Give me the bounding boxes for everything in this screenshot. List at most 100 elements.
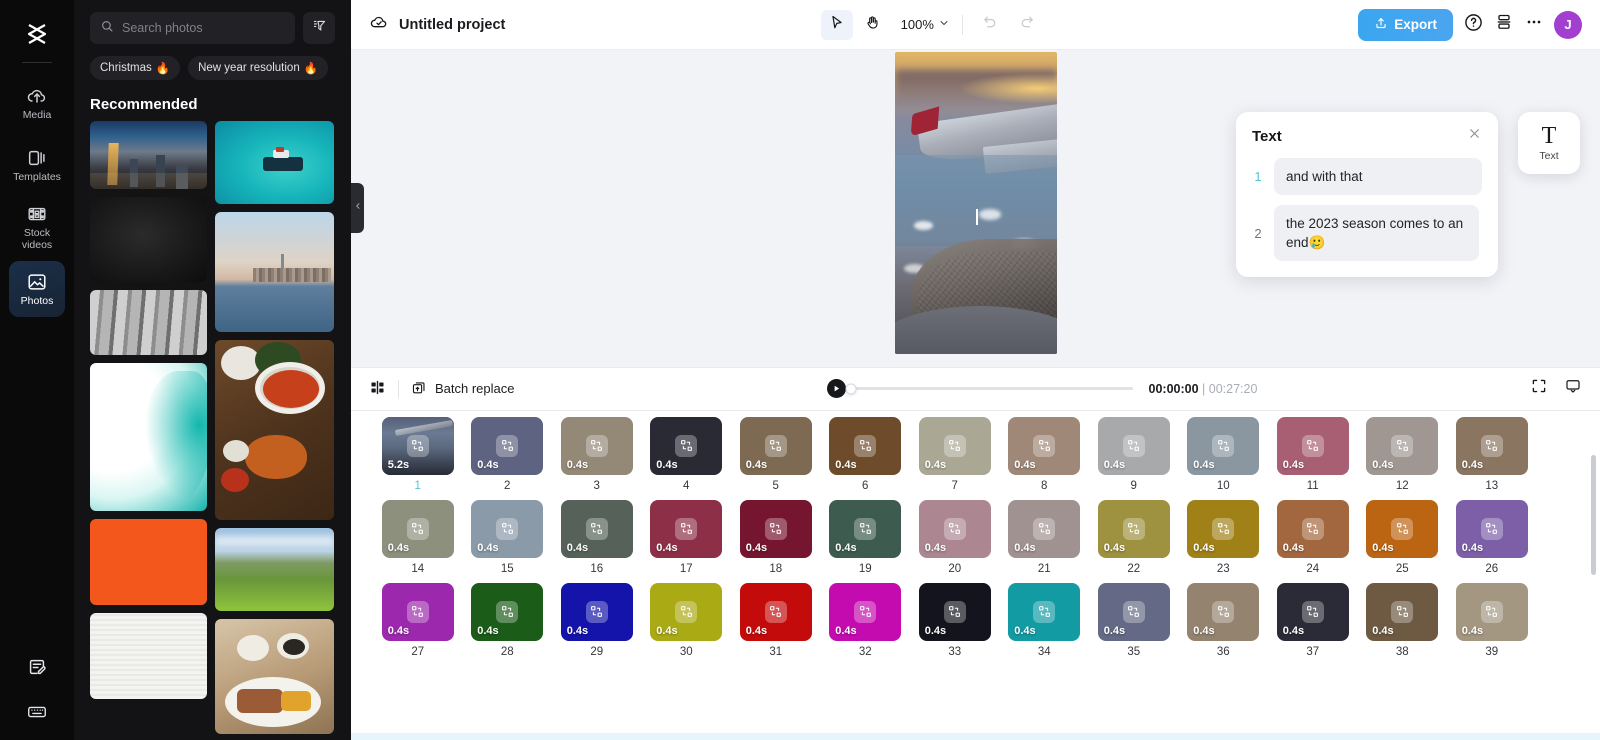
clip-thumbnail[interactable]: 0.4s [381, 582, 454, 641]
capcut-logo-icon[interactable] [17, 14, 57, 54]
sidebar-item-photos[interactable]: Photos [9, 261, 65, 317]
clip-thumbnail[interactable]: 0.4s [471, 499, 544, 558]
clip-thumbnail[interactable]: 0.4s [1455, 416, 1528, 475]
replace-clip-icon[interactable] [1033, 517, 1056, 540]
clip-thumbnail[interactable]: 0.4s [739, 416, 812, 475]
clip-cell[interactable]: 0.4s 34 [1000, 582, 1090, 658]
clip-cell[interactable]: 5.2s 1 [373, 414, 463, 492]
clip-thumbnail[interactable]: 0.4s [1187, 499, 1260, 558]
replace-clip-icon[interactable] [496, 434, 519, 457]
replace-clip-icon[interactable] [1301, 517, 1324, 540]
replace-clip-icon[interactable] [406, 434, 429, 457]
clip-cell[interactable]: 0.4s 15 [463, 499, 553, 575]
clip-cell[interactable]: 0.4s 31 [731, 582, 821, 658]
search-input[interactable] [122, 21, 285, 35]
help-circle-icon[interactable] [1463, 12, 1484, 38]
replace-clip-icon[interactable] [854, 434, 877, 457]
clip-cell[interactable]: 0.4s 10 [1179, 416, 1269, 492]
timeline-playhead-knob[interactable] [845, 383, 856, 394]
clip-thumbnail[interactable]: 0.4s [560, 582, 633, 641]
clip-cell[interactable]: 0.4s 33 [910, 582, 1000, 658]
replace-clip-icon[interactable] [1391, 600, 1414, 623]
photo-tile-teal-abstract-swirl[interactable] [90, 363, 207, 511]
clips-scrollbar[interactable] [1591, 454, 1596, 575]
clip-cell[interactable]: 0.4s 39 [1447, 582, 1537, 658]
text-line-input[interactable]: and with that [1274, 158, 1482, 195]
replace-clip-icon[interactable] [764, 600, 787, 623]
sidebar-item-media[interactable]: Media [9, 75, 65, 131]
clip-cell[interactable]: 0.4s 11 [1268, 416, 1358, 492]
clip-thumbnail[interactable]: 0.4s [1455, 499, 1528, 558]
clip-thumbnail[interactable]: 0.4s [918, 416, 991, 475]
keyboard-icon[interactable] [26, 701, 48, 728]
clip-thumbnail[interactable]: 0.4s [1097, 582, 1170, 641]
photo-tile-orange-solid[interactable] [90, 519, 207, 605]
undo-button[interactable] [975, 10, 1007, 40]
replace-clip-icon[interactable] [1122, 434, 1145, 457]
clip-thumbnail[interactable]: 0.4s [829, 499, 902, 558]
clip-cell[interactable]: 0.4s 29 [552, 582, 642, 658]
preview-screen-icon[interactable] [1564, 377, 1582, 400]
replace-clip-icon[interactable] [1122, 600, 1145, 623]
replace-clip-icon[interactable] [1391, 434, 1414, 457]
clip-cell[interactable]: 0.4s 30 [642, 582, 732, 658]
clip-thumbnail[interactable]: 0.4s [1366, 499, 1439, 558]
replace-clip-icon[interactable] [764, 517, 787, 540]
clip-thumbnail[interactable]: 0.4s [560, 499, 633, 558]
replace-clip-icon[interactable] [1480, 434, 1503, 457]
photo-tile-white-paper-texture[interactable] [90, 613, 207, 699]
clip-cell[interactable]: 0.4s 9 [1089, 416, 1179, 492]
clip-thumbnail[interactable]: 0.4s [1008, 582, 1081, 641]
photo-tile-green-countryside[interactable] [215, 528, 334, 611]
clip-cell[interactable]: 0.4s 19 [821, 499, 911, 575]
clip-thumbnail[interactable]: 0.4s [1366, 582, 1439, 641]
replace-clip-icon[interactable] [854, 517, 877, 540]
clip-thumbnail[interactable]: 0.4s [1097, 416, 1170, 475]
replace-clip-icon[interactable] [1122, 517, 1145, 540]
clip-thumbnail[interactable]: 0.4s [381, 499, 454, 558]
replace-clip-icon[interactable] [943, 434, 966, 457]
clip-cell[interactable]: 0.4s 7 [910, 416, 1000, 492]
clip-thumbnail[interactable]: 0.4s [1276, 416, 1349, 475]
photo-tile-steak-plate[interactable] [215, 619, 334, 734]
close-icon[interactable] [1467, 126, 1482, 146]
replace-clip-icon[interactable] [943, 600, 966, 623]
photo-tile-city-skyline-night[interactable] [90, 121, 207, 189]
clip-cell[interactable]: 0.4s 22 [1089, 499, 1179, 575]
clip-thumbnail[interactable]: 0.4s [1455, 582, 1528, 641]
replace-clip-icon[interactable] [1033, 434, 1056, 457]
redo-button[interactable] [1011, 10, 1043, 40]
cursor-tool-button[interactable] [820, 9, 853, 40]
replace-clip-icon[interactable] [943, 517, 966, 540]
clip-thumbnail[interactable]: 0.4s [1097, 499, 1170, 558]
clip-thumbnail[interactable]: 5.2s [379, 414, 456, 477]
clip-thumbnail[interactable]: 0.4s [650, 499, 723, 558]
notes-edit-icon[interactable] [26, 656, 48, 683]
clip-cell[interactable]: 0.4s 25 [1358, 499, 1448, 575]
clip-thumbnail[interactable]: 0.4s [829, 416, 902, 475]
replace-clip-icon[interactable] [1212, 434, 1235, 457]
clip-cell[interactable]: 0.4s 37 [1268, 582, 1358, 658]
timeline-track[interactable] [845, 383, 1133, 394]
sidebar-item-templates[interactable]: Templates [9, 137, 65, 193]
export-button[interactable]: Export [1358, 8, 1453, 41]
replace-clip-icon[interactable] [406, 600, 429, 623]
replace-clip-icon[interactable] [496, 600, 519, 623]
replace-clip-icon[interactable] [1391, 517, 1414, 540]
clip-thumbnail[interactable]: 0.4s [829, 582, 902, 641]
clip-thumbnail[interactable]: 0.4s [739, 499, 812, 558]
clip-cell[interactable]: 0.4s 27 [373, 582, 463, 658]
clip-cell[interactable]: 0.4s 13 [1447, 416, 1537, 492]
replace-clip-icon[interactable] [585, 434, 608, 457]
avatar[interactable]: J [1553, 10, 1582, 39]
filter-button[interactable] [303, 12, 335, 44]
clip-cell[interactable]: 0.4s 17 [642, 499, 732, 575]
search-input-wrapper[interactable] [90, 12, 295, 44]
preview-canvas[interactable]: Text 1 and with that 2 the 2023 season c… [351, 50, 1600, 367]
replace-clip-icon[interactable] [1212, 517, 1235, 540]
replace-clip-icon[interactable] [1033, 600, 1056, 623]
clip-cell[interactable]: 0.4s 18 [731, 499, 821, 575]
replace-clip-icon[interactable] [1480, 600, 1503, 623]
clip-cell[interactable]: 0.4s 6 [821, 416, 911, 492]
replace-clip-icon[interactable] [675, 600, 698, 623]
